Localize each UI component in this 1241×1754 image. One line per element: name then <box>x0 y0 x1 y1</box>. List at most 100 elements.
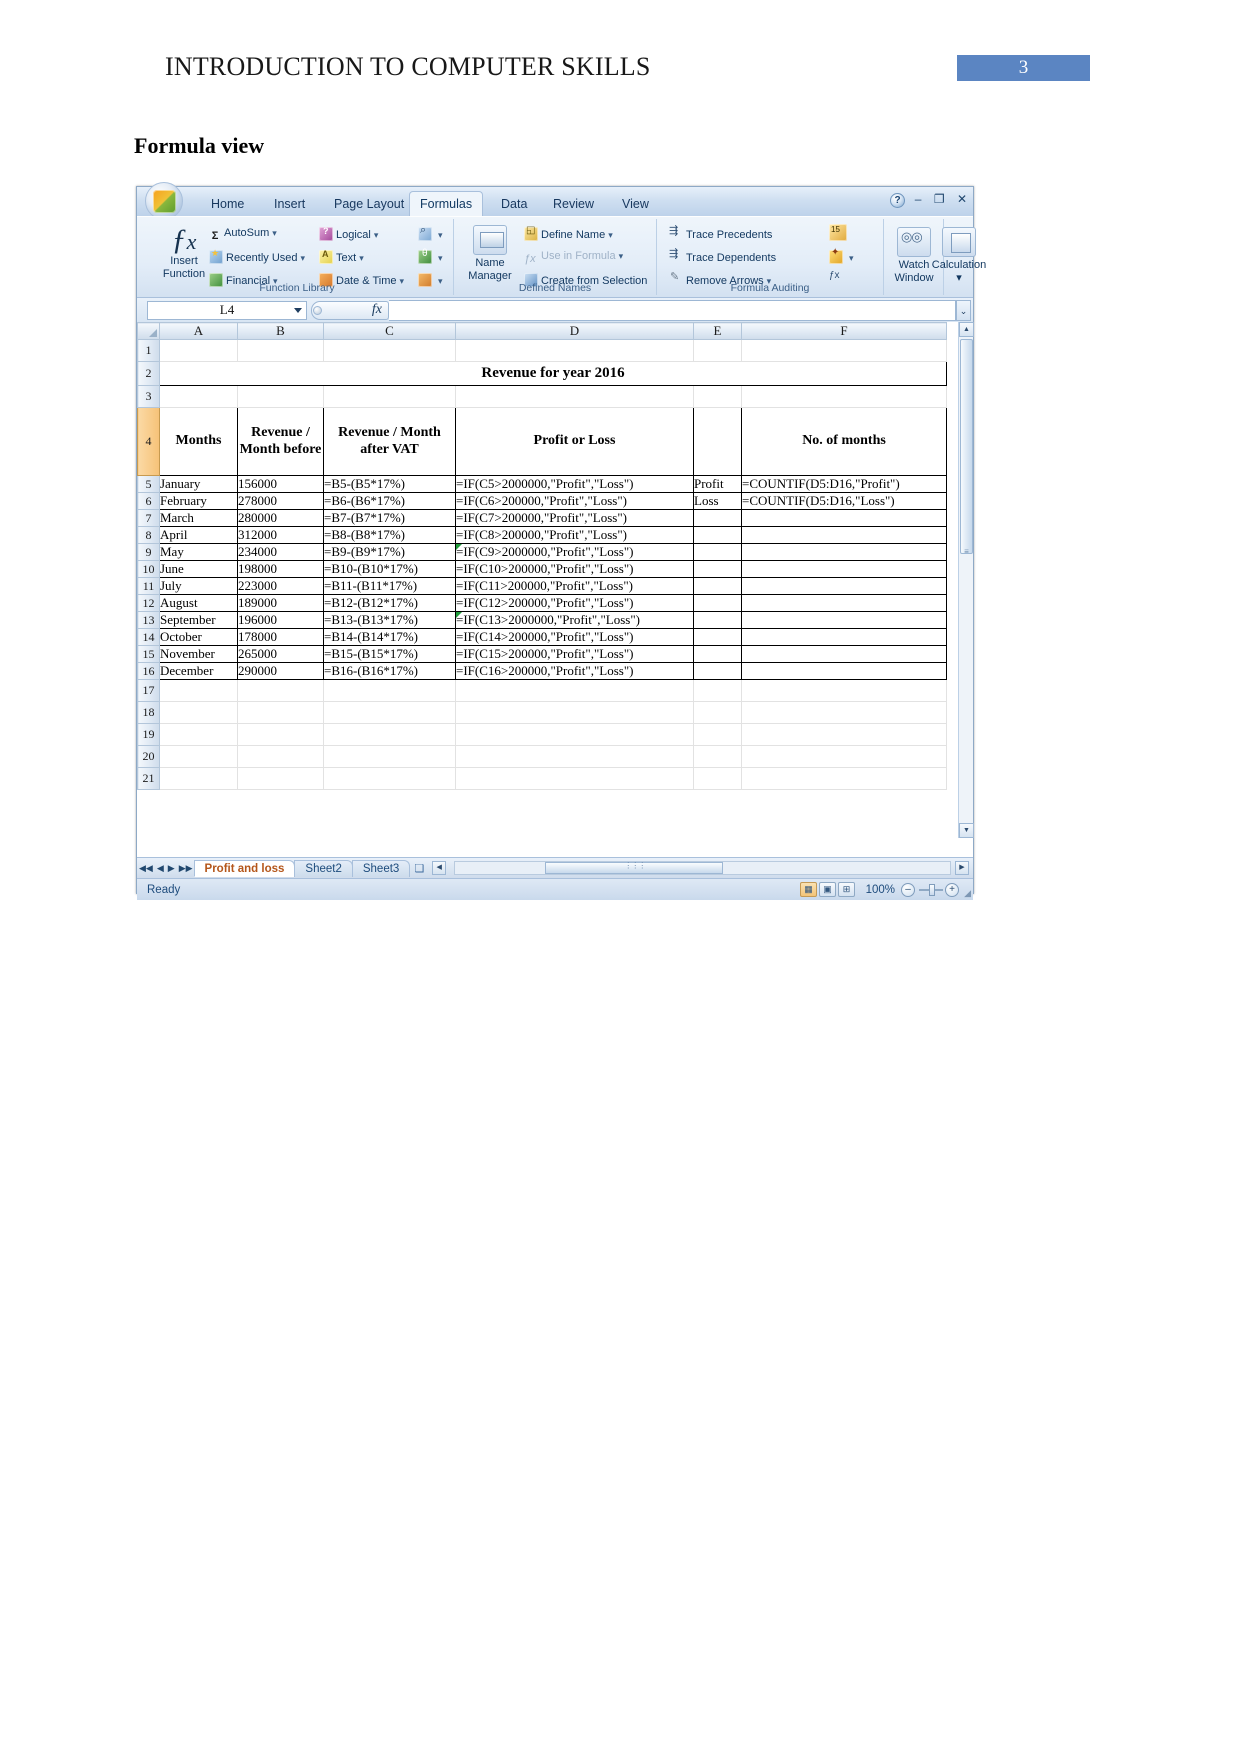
new-sheet-icon[interactable]: ❏ <box>414 862 424 875</box>
cell-e10[interactable] <box>694 561 742 578</box>
text-button[interactable]: Text▾ <box>319 250 364 264</box>
row-header-3[interactable]: 3 <box>138 386 160 408</box>
formula-bar-buttons[interactable]: fx <box>311 301 389 320</box>
normal-view-icon[interactable]: ▦ <box>800 882 817 897</box>
cell-a16[interactable]: December <box>160 663 238 680</box>
cell-f16[interactable] <box>742 663 947 680</box>
row-header-8[interactable]: 8 <box>138 527 160 544</box>
cell-c10[interactable]: =B10-(B10*17%) <box>324 561 456 578</box>
trace-dependents-button[interactable]: Trace Dependents <box>669 250 776 264</box>
cell-c20[interactable] <box>324 746 456 768</box>
cell-c19[interactable] <box>324 724 456 746</box>
close-button[interactable]: ✕ <box>957 192 967 206</box>
cell-e17[interactable] <box>694 680 742 702</box>
row-header-13[interactable]: 13 <box>138 612 160 629</box>
cell-a1[interactable] <box>160 340 238 362</box>
insert-function-icon[interactable]: fx <box>372 302 382 318</box>
cell-a11[interactable]: July <box>160 578 238 595</box>
page-layout-view-icon[interactable]: ▣ <box>819 882 836 897</box>
cell-a7[interactable]: March <box>160 510 238 527</box>
last-sheet-icon[interactable]: ▶▶ <box>177 863 195 874</box>
cell-a15[interactable]: November <box>160 646 238 663</box>
formula-input[interactable] <box>389 300 956 321</box>
resize-grip-icon[interactable]: ◢ <box>964 888 971 899</box>
cell-b9[interactable]: 234000 <box>238 544 324 561</box>
cell-f17[interactable] <box>742 680 947 702</box>
column-header-e[interactable]: E <box>694 323 742 340</box>
cell-a13[interactable]: September <box>160 612 238 629</box>
cell-b11[interactable]: 223000 <box>238 578 324 595</box>
row-header-2[interactable]: 2 <box>138 362 160 386</box>
cell-a19[interactable] <box>160 724 238 746</box>
cell-c9[interactable]: =B9-(B9*17%) <box>324 544 456 561</box>
select-all-corner[interactable] <box>138 323 160 340</box>
header-revenue-after-vat[interactable]: Revenue / Month after VAT <box>324 408 456 476</box>
cell-d12[interactable]: =IF(C12>200000,"Profit","Loss") <box>456 595 694 612</box>
row-header-5[interactable]: 5 <box>138 476 160 493</box>
row-header-14[interactable]: 14 <box>138 629 160 646</box>
cell-c11[interactable]: =B11-(B11*17%) <box>324 578 456 595</box>
horizontal-scrollbar[interactable] <box>454 861 951 875</box>
page-break-view-icon[interactable]: ⊞ <box>838 882 855 897</box>
row-header-21[interactable]: 21 <box>138 768 160 790</box>
tab-review[interactable]: Review <box>543 192 604 216</box>
cell-a14[interactable]: October <box>160 629 238 646</box>
cell-b17[interactable] <box>238 680 324 702</box>
header-profit-or-loss[interactable]: Profit or Loss <box>456 408 694 476</box>
cell-a6[interactable]: February <box>160 493 238 510</box>
next-sheet-icon[interactable]: ▶ <box>166 863 177 874</box>
row-header-6[interactable]: 6 <box>138 493 160 510</box>
cell-a5[interactable]: January <box>160 476 238 493</box>
trace-precedents-button[interactable]: Trace Precedents <box>669 227 772 241</box>
column-header-f[interactable]: F <box>742 323 947 340</box>
tab-page-layout[interactable]: Page Layout <box>324 192 414 216</box>
cell-f19[interactable] <box>742 724 947 746</box>
row-header-4[interactable]: 4 <box>138 408 160 476</box>
calculation-options-button[interactable]: Calculation ▾ <box>928 227 990 285</box>
cell-b18[interactable] <box>238 702 324 724</box>
cell-c1[interactable] <box>324 340 456 362</box>
cell-d14[interactable]: =IF(C14>200000,"Profit","Loss") <box>456 629 694 646</box>
header-revenue-before[interactable]: Revenue / Month before <box>238 408 324 476</box>
cell-e21[interactable] <box>694 768 742 790</box>
tab-formulas[interactable]: Formulas <box>409 191 483 217</box>
header-blank-e[interactable] <box>694 408 742 476</box>
cell-d13[interactable]: =IF(C13>2000000,"Profit","Loss") <box>456 612 694 629</box>
sheet-tab-sheet3[interactable]: Sheet3 <box>352 860 410 877</box>
row-header-17[interactable]: 17 <box>138 680 160 702</box>
cell-d5[interactable]: =IF(C5>2000000,"Profit","Loss") <box>456 476 694 493</box>
cell-c18[interactable] <box>324 702 456 724</box>
cell-e1[interactable] <box>694 340 742 362</box>
cell-e3[interactable] <box>694 386 742 408</box>
define-name-button[interactable]: Define Name▾ <box>524 227 613 241</box>
scroll-down-icon[interactable]: ▼ <box>959 823 974 838</box>
scroll-up-icon[interactable]: ▲ <box>959 322 974 337</box>
autosum-button[interactable]: ΣAutoSum▾ <box>209 227 277 244</box>
cell-b8[interactable]: 312000 <box>238 527 324 544</box>
cell-f10[interactable] <box>742 561 947 578</box>
cell-d17[interactable] <box>456 680 694 702</box>
cell-f7[interactable] <box>742 510 947 527</box>
cell-c17[interactable] <box>324 680 456 702</box>
cell-b7[interactable]: 280000 <box>238 510 324 527</box>
column-header-c[interactable]: C <box>324 323 456 340</box>
cell-d9[interactable]: =IF(C9>2000000,"Profit","Loss") <box>456 544 694 561</box>
cell-e20[interactable] <box>694 746 742 768</box>
vertical-scrollbar[interactable]: ▲ ≡ ▼ <box>958 322 973 838</box>
sheet-tab-profit-and-loss[interactable]: Profit and loss <box>194 860 296 877</box>
zoom-in-button[interactable]: + <box>945 883 959 897</box>
cell-c8[interactable]: =B8-(B8*17%) <box>324 527 456 544</box>
cell-a21[interactable] <box>160 768 238 790</box>
cell-d8[interactable]: =IF(C8>200000,"Profit","Loss") <box>456 527 694 544</box>
math-trig-button[interactable]: ▾ <box>418 250 443 264</box>
row-header-15[interactable]: 15 <box>138 646 160 663</box>
cell-b6[interactable]: 278000 <box>238 493 324 510</box>
cell-b21[interactable] <box>238 768 324 790</box>
office-button-icon[interactable] <box>145 182 183 220</box>
tab-data[interactable]: Data <box>491 192 537 216</box>
cell-a20[interactable] <box>160 746 238 768</box>
cell-d15[interactable]: =IF(C15>200000,"Profit","Loss") <box>456 646 694 663</box>
tab-home[interactable]: Home <box>201 192 254 216</box>
cell-d19[interactable] <box>456 724 694 746</box>
row-header-11[interactable]: 11 <box>138 578 160 595</box>
